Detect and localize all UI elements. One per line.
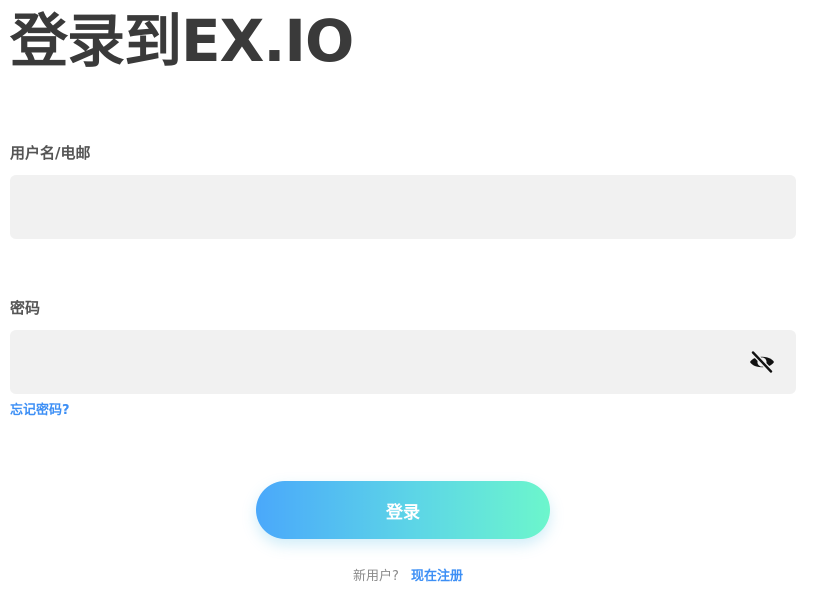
username-label: 用户名/电邮 xyxy=(10,144,91,162)
eye-off-icon xyxy=(750,350,774,374)
signup-link[interactable]: 现在注册 xyxy=(411,569,463,584)
password-input[interactable] xyxy=(10,330,796,394)
forgot-password-link[interactable]: 忘记密码? xyxy=(10,402,70,420)
signup-row: 新用户? 现在注册 xyxy=(0,568,816,586)
login-button[interactable]: 登录 xyxy=(256,481,550,539)
username-input[interactable] xyxy=(10,175,796,239)
signup-prompt: 新用户? xyxy=(352,569,399,584)
password-visibility-toggle[interactable] xyxy=(746,348,778,376)
page-title: 登录到EX.IO xyxy=(10,7,354,75)
password-label: 密码 xyxy=(10,299,41,317)
